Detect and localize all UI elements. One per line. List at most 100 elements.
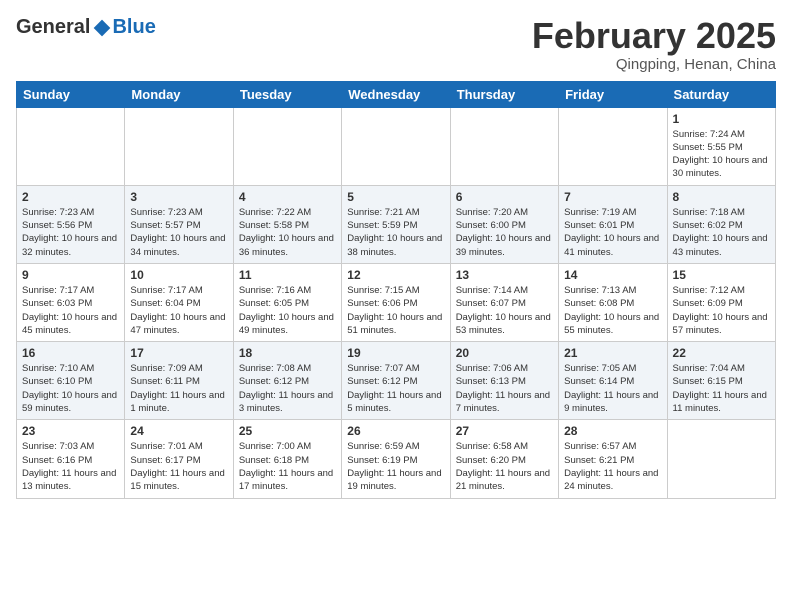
day-number: 2 bbox=[22, 190, 119, 204]
calendar-week-3: 9 Sunrise: 7:17 AM Sunset: 6:03 PM Daylig… bbox=[17, 263, 776, 341]
day-info: Sunrise: 7:24 AM Sunset: 5:55 PM Dayligh… bbox=[673, 128, 770, 181]
day-number: 4 bbox=[239, 190, 336, 204]
day-number: 25 bbox=[239, 424, 336, 438]
month-title: February 2025 bbox=[532, 16, 776, 56]
calendar-cell: 16Sunrise: 7:10 AM Sunset: 6:10 PM Dayli… bbox=[17, 342, 125, 420]
day-info: Sunrise: 7:08 AM Sunset: 6:12 PM Dayligh… bbox=[239, 362, 336, 415]
day-info: Sunrise: 7:13 AM Sunset: 6:08 PM Dayligh… bbox=[564, 284, 661, 337]
day-info: Sunrise: 7:23 AM Sunset: 5:57 PM Dayligh… bbox=[130, 206, 227, 259]
calendar-cell: 28 Sunrise: 6:57 AM Sunset: 6:21 PM Dayli… bbox=[559, 420, 667, 498]
day-number: 22 bbox=[673, 346, 770, 360]
logo-blue-text: Blue bbox=[112, 16, 155, 39]
calendar-cell: 12Sunrise: 7:15 AM Sunset: 6:06 PM Dayli… bbox=[342, 263, 450, 341]
day-header-sunday: Sunday bbox=[17, 81, 125, 107]
day-info: Sunrise: 7:22 AM Sunset: 5:58 PM Dayligh… bbox=[239, 206, 336, 259]
calendar-cell: 7 Sunrise: 7:19 AM Sunset: 6:01 PM Daylig… bbox=[559, 185, 667, 263]
day-info: Sunrise: 7:14 AM Sunset: 6:07 PM Dayligh… bbox=[456, 284, 553, 337]
day-number: 18 bbox=[239, 346, 336, 360]
logo-general-text: General bbox=[16, 16, 90, 39]
day-number: 28 bbox=[564, 424, 661, 438]
calendar-week-5: 23 Sunrise: 7:03 AM Sunset: 6:16 PM Dayli… bbox=[17, 420, 776, 498]
day-info: Sunrise: 7:06 AM Sunset: 6:13 PM Dayligh… bbox=[456, 362, 553, 415]
calendar-cell: 20 Sunrise: 7:06 AM Sunset: 6:13 PM Dayli… bbox=[450, 342, 558, 420]
day-number: 13 bbox=[456, 268, 553, 282]
day-info: Sunrise: 7:00 AM Sunset: 6:18 PM Dayligh… bbox=[239, 440, 336, 493]
day-info: Sunrise: 7:21 AM Sunset: 5:59 PM Dayligh… bbox=[347, 206, 444, 259]
day-number: 5 bbox=[347, 190, 444, 204]
day-info: Sunrise: 7:20 AM Sunset: 6:00 PM Dayligh… bbox=[456, 206, 553, 259]
calendar-cell bbox=[342, 107, 450, 185]
calendar-cell: 17 Sunrise: 7:09 AM Sunset: 6:11 PM Dayli… bbox=[125, 342, 233, 420]
calendar-cell: 1 Sunrise: 7:24 AM Sunset: 5:55 PM Daylig… bbox=[667, 107, 775, 185]
day-info: Sunrise: 7:19 AM Sunset: 6:01 PM Dayligh… bbox=[564, 206, 661, 259]
calendar-cell: 6 Sunrise: 7:20 AM Sunset: 6:00 PM Daylig… bbox=[450, 185, 558, 263]
day-info: Sunrise: 7:01 AM Sunset: 6:17 PM Dayligh… bbox=[130, 440, 227, 493]
calendar-cell bbox=[559, 107, 667, 185]
calendar-cell bbox=[125, 107, 233, 185]
calendar-cell: 15 Sunrise: 7:12 AM Sunset: 6:09 PM Dayli… bbox=[667, 263, 775, 341]
day-number: 17 bbox=[130, 346, 227, 360]
day-number: 14 bbox=[564, 268, 661, 282]
day-info: Sunrise: 7:04 AM Sunset: 6:15 PM Dayligh… bbox=[673, 362, 770, 415]
calendar-cell: 18 Sunrise: 7:08 AM Sunset: 6:12 PM Dayli… bbox=[233, 342, 341, 420]
day-header-wednesday: Wednesday bbox=[342, 81, 450, 107]
calendar-cell: 23 Sunrise: 7:03 AM Sunset: 6:16 PM Dayli… bbox=[17, 420, 125, 498]
day-number: 9 bbox=[22, 268, 119, 282]
calendar-cell: 19Sunrise: 7:07 AM Sunset: 6:12 PM Dayli… bbox=[342, 342, 450, 420]
day-header-tuesday: Tuesday bbox=[233, 81, 341, 107]
day-info: Sunrise: 7:16 AM Sunset: 6:05 PM Dayligh… bbox=[239, 284, 336, 337]
calendar-cell: 26Sunrise: 6:59 AM Sunset: 6:19 PM Dayli… bbox=[342, 420, 450, 498]
calendar-cell: 14 Sunrise: 7:13 AM Sunset: 6:08 PM Dayli… bbox=[559, 263, 667, 341]
day-number: 11 bbox=[239, 268, 336, 282]
day-number: 10 bbox=[130, 268, 227, 282]
calendar-cell: 21 Sunrise: 7:05 AM Sunset: 6:14 PM Dayli… bbox=[559, 342, 667, 420]
calendar-week-4: 16Sunrise: 7:10 AM Sunset: 6:10 PM Dayli… bbox=[17, 342, 776, 420]
calendar-cell: 13 Sunrise: 7:14 AM Sunset: 6:07 PM Dayli… bbox=[450, 263, 558, 341]
day-header-saturday: Saturday bbox=[667, 81, 775, 107]
calendar-cell: 22 Sunrise: 7:04 AM Sunset: 6:15 PM Dayli… bbox=[667, 342, 775, 420]
day-info: Sunrise: 7:17 AM Sunset: 6:04 PM Dayligh… bbox=[130, 284, 227, 337]
calendar-cell: 24Sunrise: 7:01 AM Sunset: 6:17 PM Dayli… bbox=[125, 420, 233, 498]
day-info: Sunrise: 6:58 AM Sunset: 6:20 PM Dayligh… bbox=[456, 440, 553, 493]
calendar-week-2: 2 Sunrise: 7:23 AM Sunset: 5:56 PM Daylig… bbox=[17, 185, 776, 263]
day-info: Sunrise: 7:18 AM Sunset: 6:02 PM Dayligh… bbox=[673, 206, 770, 259]
calendar-cell: 11 Sunrise: 7:16 AM Sunset: 6:05 PM Dayli… bbox=[233, 263, 341, 341]
day-info: Sunrise: 7:05 AM Sunset: 6:14 PM Dayligh… bbox=[564, 362, 661, 415]
logo-icon bbox=[92, 18, 112, 38]
day-number: 7 bbox=[564, 190, 661, 204]
day-number: 19 bbox=[347, 346, 444, 360]
calendar-week-1: 1 Sunrise: 7:24 AM Sunset: 5:55 PM Daylig… bbox=[17, 107, 776, 185]
day-number: 12 bbox=[347, 268, 444, 282]
page-header: General Blue February 2025 Qingping, Hen… bbox=[16, 16, 776, 73]
calendar-cell: 27 Sunrise: 6:58 AM Sunset: 6:20 PM Dayli… bbox=[450, 420, 558, 498]
day-number: 20 bbox=[456, 346, 553, 360]
calendar-header-row: SundayMondayTuesdayWednesdayThursdayFrid… bbox=[17, 81, 776, 107]
calendar-cell bbox=[667, 420, 775, 498]
day-number: 6 bbox=[456, 190, 553, 204]
title-block: February 2025 Qingping, Henan, China bbox=[532, 16, 776, 73]
location: Qingping, Henan, China bbox=[532, 56, 776, 73]
day-number: 27 bbox=[456, 424, 553, 438]
day-number: 23 bbox=[22, 424, 119, 438]
day-number: 26 bbox=[347, 424, 444, 438]
day-header-friday: Friday bbox=[559, 81, 667, 107]
calendar-cell: 3Sunrise: 7:23 AM Sunset: 5:57 PM Daylig… bbox=[125, 185, 233, 263]
day-number: 15 bbox=[673, 268, 770, 282]
logo: General Blue bbox=[16, 16, 156, 39]
day-info: Sunrise: 7:12 AM Sunset: 6:09 PM Dayligh… bbox=[673, 284, 770, 337]
day-info: Sunrise: 7:17 AM Sunset: 6:03 PM Dayligh… bbox=[22, 284, 119, 337]
day-info: Sunrise: 7:09 AM Sunset: 6:11 PM Dayligh… bbox=[130, 362, 227, 415]
calendar-table: SundayMondayTuesdayWednesdayThursdayFrid… bbox=[16, 81, 776, 499]
day-info: Sunrise: 6:57 AM Sunset: 6:21 PM Dayligh… bbox=[564, 440, 661, 493]
calendar-cell: 9 Sunrise: 7:17 AM Sunset: 6:03 PM Daylig… bbox=[17, 263, 125, 341]
day-header-monday: Monday bbox=[125, 81, 233, 107]
day-number: 21 bbox=[564, 346, 661, 360]
day-info: Sunrise: 7:03 AM Sunset: 6:16 PM Dayligh… bbox=[22, 440, 119, 493]
calendar-cell: 5 Sunrise: 7:21 AM Sunset: 5:59 PM Daylig… bbox=[342, 185, 450, 263]
day-number: 16 bbox=[22, 346, 119, 360]
calendar-cell: 4 Sunrise: 7:22 AM Sunset: 5:58 PM Daylig… bbox=[233, 185, 341, 263]
day-info: Sunrise: 7:23 AM Sunset: 5:56 PM Dayligh… bbox=[22, 206, 119, 259]
calendar-cell: 25 Sunrise: 7:00 AM Sunset: 6:18 PM Dayli… bbox=[233, 420, 341, 498]
day-number: 1 bbox=[673, 112, 770, 126]
day-header-thursday: Thursday bbox=[450, 81, 558, 107]
